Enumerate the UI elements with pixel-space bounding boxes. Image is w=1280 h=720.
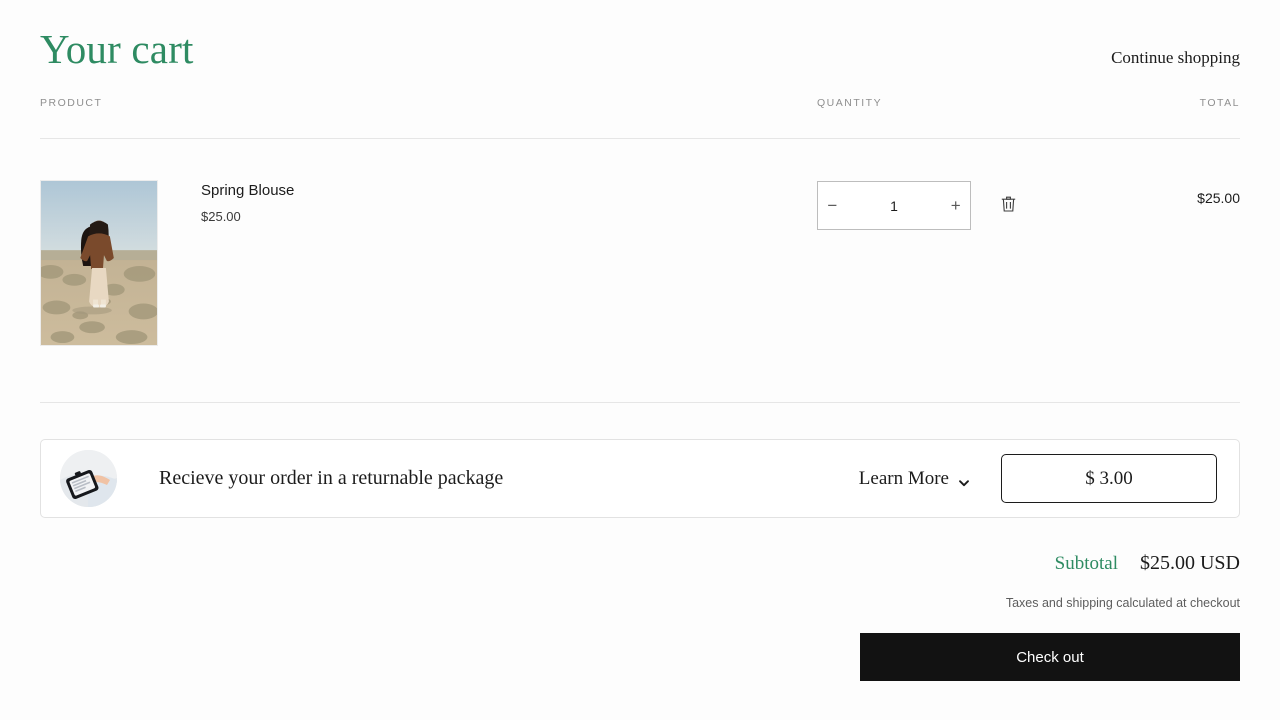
cart-table-header: PRODUCT QUANTITY TOTAL xyxy=(40,91,1240,138)
subtotal-value: $25.00 USD xyxy=(1139,552,1240,575)
cart-totals: Subtotal $25.00 USD Taxes and shipping c… xyxy=(40,552,1240,682)
product-image xyxy=(41,181,157,346)
returnable-package-text: Recieve your order in a returnable packa… xyxy=(159,467,504,490)
returnable-package-price-button[interactable]: $ 3.00 xyxy=(1001,454,1217,504)
product-unit-price: $25.00 xyxy=(201,209,241,225)
cart-page: Your cart Continue shopping PRODUCT QUAN… xyxy=(0,0,1280,720)
returnable-package-image xyxy=(60,450,117,508)
product-name[interactable]: Spring Blouse xyxy=(201,182,1240,199)
checkout-button[interactable]: Check out xyxy=(860,633,1240,682)
product-thumbnail[interactable] xyxy=(40,180,158,347)
chevron-down-icon xyxy=(958,473,970,486)
page-title: Your cart xyxy=(40,26,194,72)
items-divider xyxy=(40,402,1240,404)
column-header-product: PRODUCT xyxy=(40,97,103,110)
subtotal-row: Subtotal $25.00 USD xyxy=(40,552,1240,575)
column-header-total: TOTAL xyxy=(1199,97,1240,110)
cart-header: Your cart Continue shopping xyxy=(40,0,1240,72)
remove-item-button[interactable] xyxy=(993,191,1023,221)
subtotal-label: Subtotal xyxy=(1054,553,1118,575)
table-row: Spring Blouse $25.00 − + xyxy=(40,180,1240,402)
quantity-zone: − + xyxy=(817,181,1023,231)
quantity-decrease-button[interactable]: − xyxy=(818,182,847,229)
returnable-package-thumbnail xyxy=(60,450,117,508)
product-info: Spring Blouse $25.00 xyxy=(158,180,1240,224)
line-item-total: $25.00 xyxy=(1197,190,1240,207)
quantity-stepper[interactable]: − + xyxy=(817,181,971,231)
continue-shopping-link[interactable]: Continue shopping xyxy=(1111,48,1240,69)
tax-shipping-note: Taxes and shipping calculated at checkou… xyxy=(1005,596,1240,611)
quantity-input[interactable] xyxy=(846,197,942,214)
returnable-package-banner: Recieve your order in a returnable packa… xyxy=(40,439,1240,519)
quantity-increase-button[interactable]: + xyxy=(941,182,970,229)
cart-items-list: Spring Blouse $25.00 − + xyxy=(40,139,1240,402)
learn-more-button[interactable]: Learn More xyxy=(859,468,970,490)
trash-icon xyxy=(1000,195,1017,216)
column-header-quantity: QUANTITY xyxy=(817,97,883,110)
learn-more-label: Learn More xyxy=(858,467,949,489)
